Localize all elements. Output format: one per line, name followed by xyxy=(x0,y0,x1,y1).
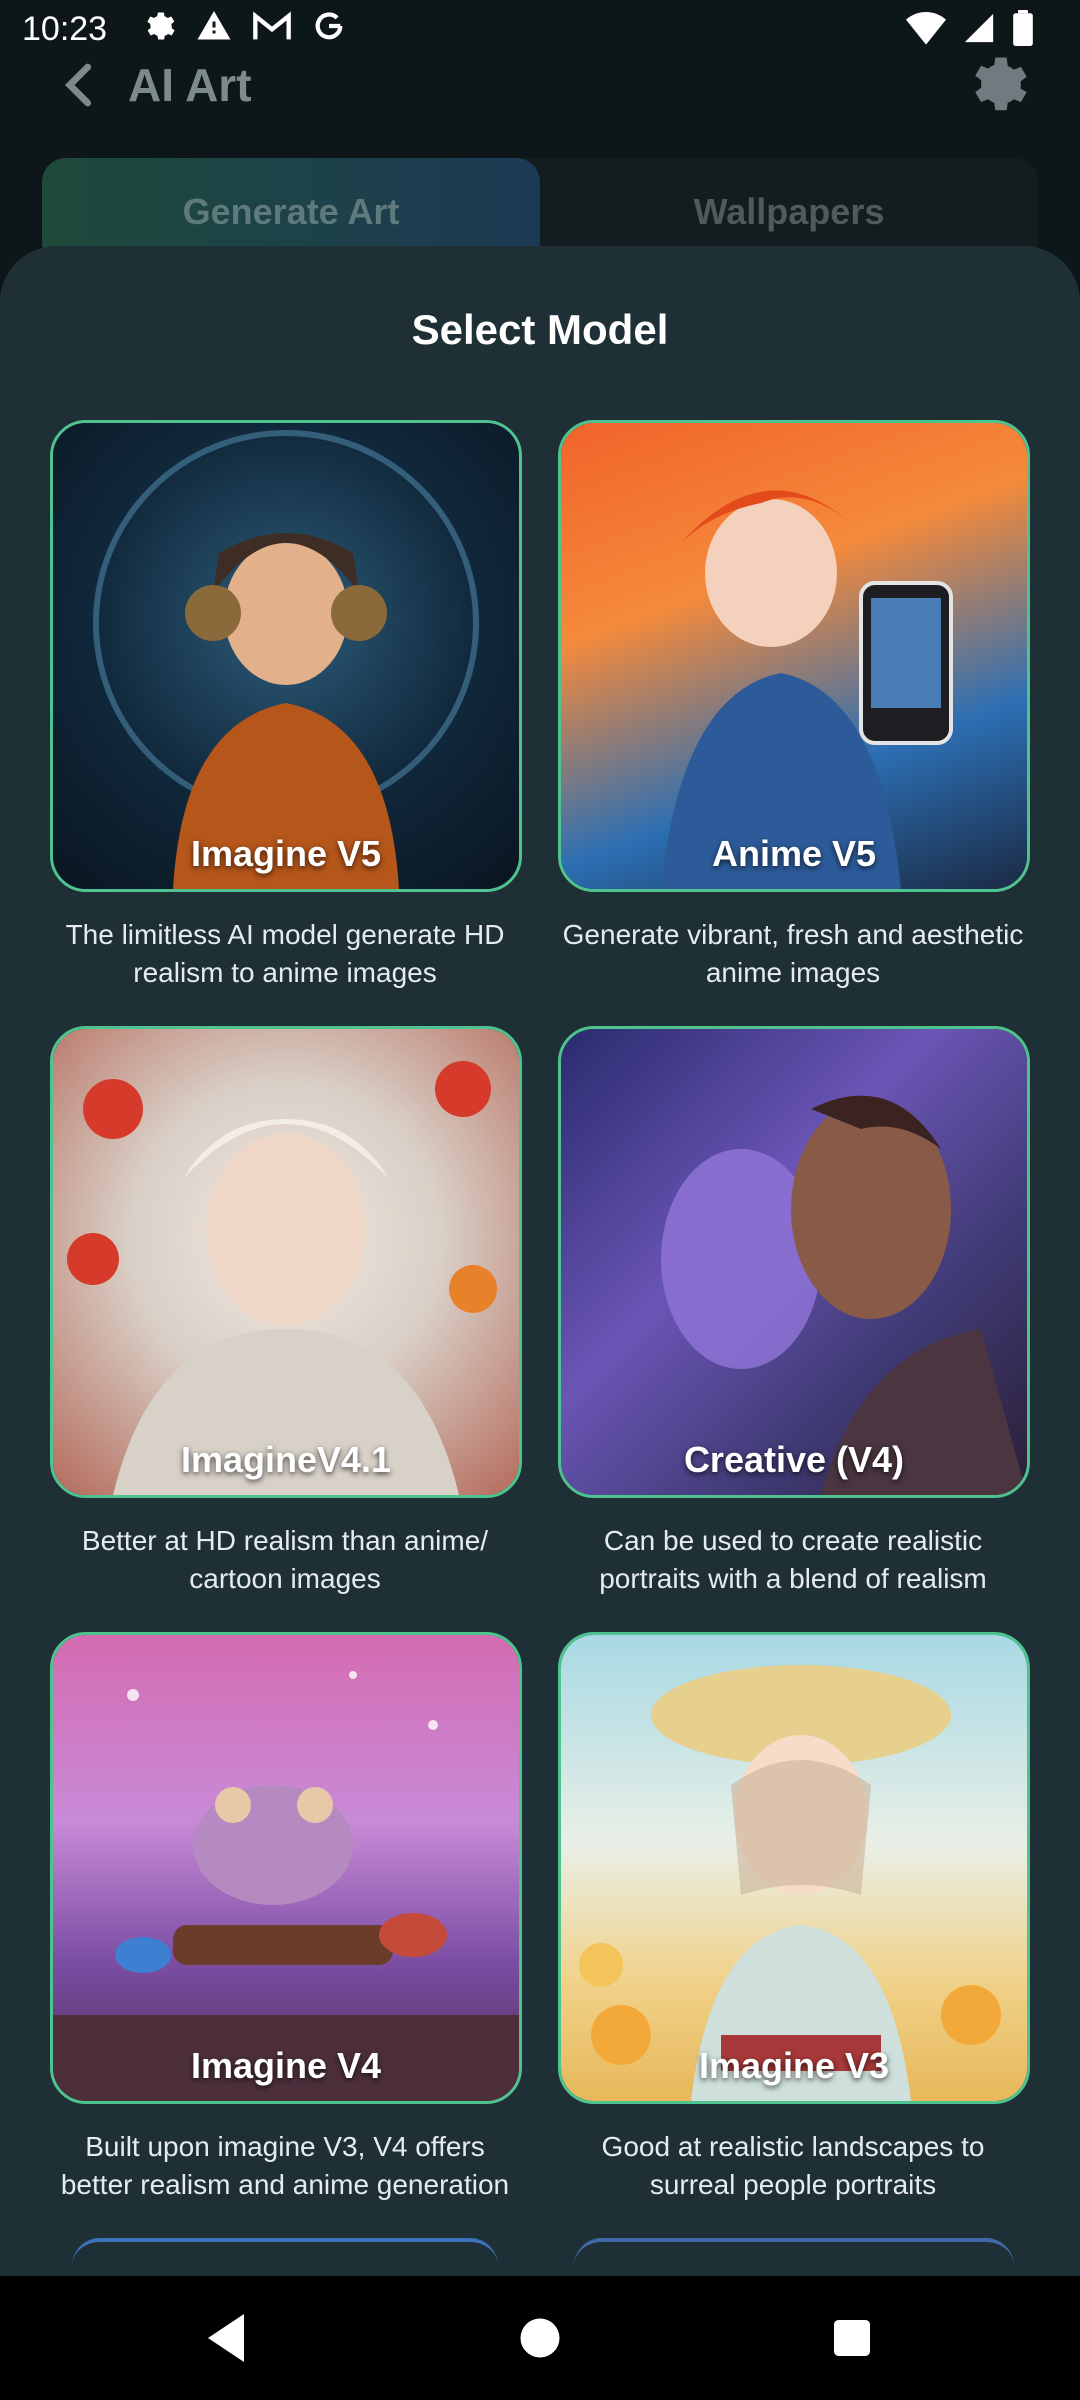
select-model-sheet: Select Model Imagine V5 The limitless AI… xyxy=(0,246,1080,2276)
model-artwork xyxy=(561,1635,1027,2101)
back-button[interactable] xyxy=(54,58,108,112)
model-card-anime-v5[interactable]: Anime V5 Generate vibrant, fresh and aes… xyxy=(558,420,1030,992)
gear-icon xyxy=(975,57,1027,111)
app-bar: AI Art xyxy=(0,40,1080,130)
model-card-peek xyxy=(574,2238,1014,2276)
model-description: The limitless AI model generate HD reali… xyxy=(65,919,505,988)
model-card-peek xyxy=(72,2238,498,2276)
system-nav-bar xyxy=(0,2276,1080,2400)
model-card-imagine-v3[interactable]: Imagine V3 Good at realistic landscapes … xyxy=(558,1632,1030,2204)
model-artwork xyxy=(561,423,1027,889)
model-description: Can be used to create realistic portrait… xyxy=(599,1525,987,1594)
page-title: AI Art xyxy=(128,59,252,111)
model-card-imagine-v5[interactable]: Imagine V5 The limitless AI model genera… xyxy=(50,420,522,992)
recents-square-icon xyxy=(834,2320,870,2356)
home-circle-icon xyxy=(520,2318,560,2358)
model-card-creative-v4[interactable]: Creative (V4) Can be used to create real… xyxy=(558,1026,1030,1598)
model-artwork xyxy=(53,1029,519,1495)
model-description: Better at HD realism than anime/ cartoon… xyxy=(81,1525,489,1594)
screen: 10:23 AI Art Generate Art Wallpapers Sel… xyxy=(0,0,1080,2400)
model-name: Imagine V5 xyxy=(190,833,382,874)
model-thumbnail: Imagine V4 xyxy=(50,1632,522,2104)
model-card-imagine-v4-1[interactable]: ImagineV4.1 Better at HD realism than an… xyxy=(50,1026,522,1598)
nav-recents-button[interactable] xyxy=(816,2302,888,2374)
sheet-title: Select Model xyxy=(411,306,669,353)
nav-home-button[interactable] xyxy=(504,2302,576,2374)
nav-back-button[interactable] xyxy=(190,2302,262,2374)
model-description: Good at realistic landscapes to surreal … xyxy=(601,2131,985,2200)
model-description: Generate vibrant, fresh and aesthetic an… xyxy=(562,919,1024,988)
model-name: Imagine V4 xyxy=(190,2045,382,2086)
model-thumbnail: Anime V5 xyxy=(558,420,1030,892)
model-thumbnail: Creative (V4) xyxy=(558,1026,1030,1498)
model-name: Creative (V4) xyxy=(683,1439,905,1480)
model-artwork xyxy=(561,1029,1027,1495)
model-thumbnail: ImagineV4.1 xyxy=(50,1026,522,1498)
model-artwork xyxy=(53,1635,519,2101)
model-thumbnail: Imagine V3 xyxy=(558,1632,1030,2104)
model-name: Anime V5 xyxy=(711,833,877,874)
model-description: Built upon imagine V3, V4 offers better … xyxy=(60,2131,510,2200)
back-icon xyxy=(64,63,92,107)
model-artwork xyxy=(53,423,519,889)
model-thumbnail: Imagine V5 xyxy=(50,420,522,892)
settings-button[interactable] xyxy=(964,52,1030,118)
model-card-imagine-v4[interactable]: Imagine V4 Built upon imagine V3, V4 off… xyxy=(50,1632,522,2204)
model-name: ImagineV4.1 xyxy=(180,1439,392,1480)
back-triangle-icon xyxy=(208,2314,244,2362)
model-name: Imagine V3 xyxy=(698,2045,890,2086)
